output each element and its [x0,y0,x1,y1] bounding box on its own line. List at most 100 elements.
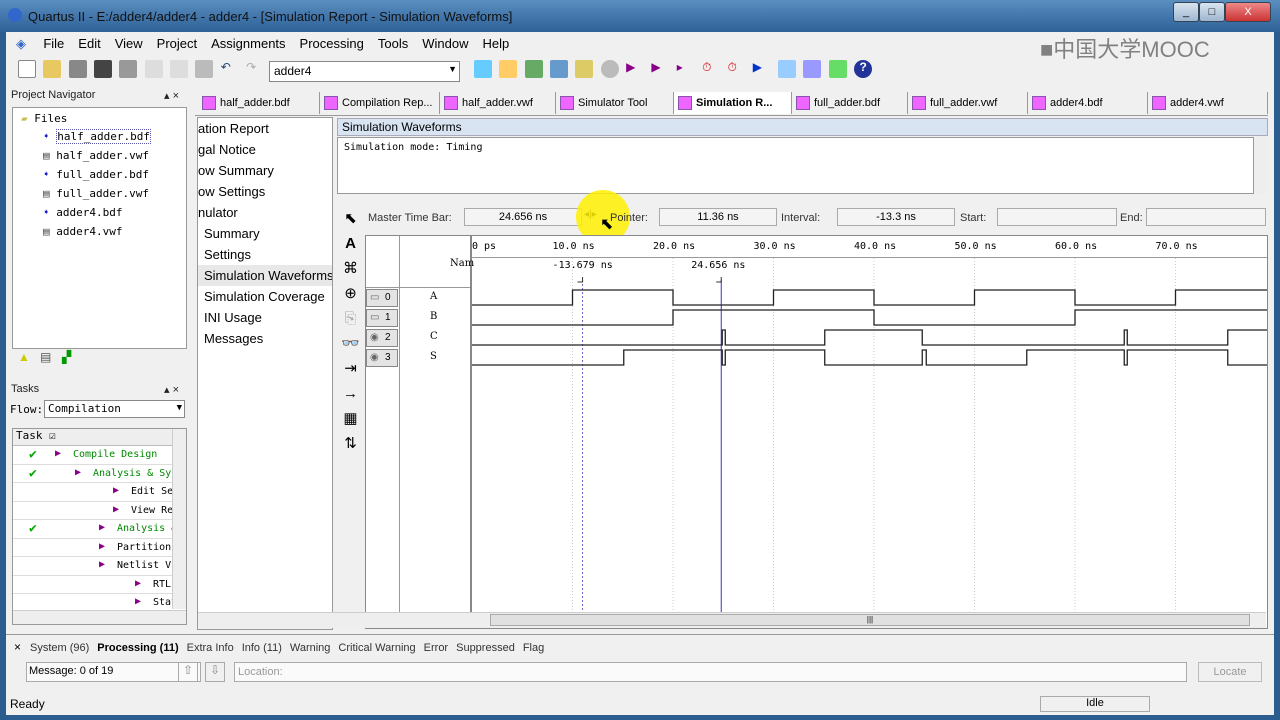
hierarchy-tab-icon[interactable]: ▲ [18,350,36,368]
replace-icon[interactable]: ⇥ [338,356,363,381]
report-item[interactable]: ow Settings [198,181,332,202]
signal-name[interactable]: A [430,291,437,302]
message-tab[interactable]: Flag [523,642,544,654]
report-item[interactable]: Messages [198,328,332,349]
message-tab[interactable]: Info (11) [242,642,282,654]
file-item[interactable]: ➧ adder4.bdf [43,206,122,219]
stopwatch-icon[interactable]: ⏱ [702,60,720,78]
report-item[interactable]: Summary [198,223,332,244]
file-item[interactable]: ▤ adder4.vwf [43,225,122,238]
arrow-right-icon[interactable]: → [338,381,363,406]
file-item[interactable]: ▤ full_adder.vwf [43,187,149,200]
menu-help[interactable]: Help [482,36,509,51]
design-units-tab-icon[interactable]: ▞ [62,350,80,368]
menu-tools[interactable]: Tools [378,36,408,51]
text-tool-icon[interactable]: A [338,231,363,256]
cut-icon[interactable] [144,60,163,78]
flow-select[interactable]: Compilation ▼ [44,400,185,418]
signal-name[interactable]: S [430,351,437,362]
files-folder[interactable]: ▰ Files [21,112,67,125]
message-tab[interactable]: Extra Info [187,642,234,654]
files-tab-icon[interactable]: ▤ [40,350,58,368]
open-icon[interactable] [43,60,62,78]
paste-icon[interactable] [195,60,214,78]
tasks-close-icon[interactable]: ▴ × [164,383,179,396]
task-item[interactable]: ✔ ▶ Compile Design [13,446,186,465]
file-item[interactable]: ➧ half_adder.bdf [43,129,151,144]
start-simulation-icon[interactable]: ▶ [753,60,771,78]
mode-scrollbar[interactable] [1254,137,1268,194]
document-tab[interactable]: Simulation R... [674,92,792,114]
message-tab[interactable]: Critical Warning [338,642,415,654]
compile-x-icon[interactable] [474,60,492,78]
pencil-icon[interactable] [499,60,518,78]
start-analysis-icon[interactable]: ▶ [651,60,669,78]
save-all-icon[interactable] [94,60,113,78]
location-input[interactable]: Location: [234,662,1187,682]
menu-window[interactable]: Window [422,36,468,51]
menu-project[interactable]: Project [157,36,197,51]
programmer-icon[interactable] [828,60,847,78]
previous-message-icon[interactable]: ⇧ [178,662,198,682]
undo-icon[interactable]: ↶ [221,60,239,78]
report-item[interactable]: Settings [198,244,332,265]
signal-name[interactable]: B [430,311,437,322]
new-icon[interactable] [18,60,36,78]
selection-tool-icon[interactable]: ⬉ [338,206,363,231]
output-pin-C[interactable]: ◉ 2 [366,329,398,347]
task-hscrollbar[interactable] [13,610,186,624]
file-item[interactable]: ▤ half_adder.vwf [43,149,149,162]
report-item[interactable]: nulator [198,202,332,223]
menu-edit[interactable]: Edit [78,36,100,51]
report-item[interactable]: Simulation Coverage [198,286,332,307]
copy-icon[interactable] [170,60,189,78]
document-tab[interactable]: Compilation Rep... [320,92,440,114]
cursor-handle[interactable] [716,277,722,283]
task-vscrollbar[interactable] [172,429,186,609]
task-item[interactable]: ▶Edit Settings [13,483,186,502]
input-pin-B[interactable]: ▭ 1 [366,309,398,327]
document-tab[interactable]: Simulator Tool [556,92,674,114]
task-item[interactable]: ✔▶Analysis & Synthesis [13,465,186,483]
message-tab[interactable]: System (96) [30,642,89,654]
panel-close-icon[interactable]: ▴ × [164,89,179,102]
document-tab[interactable]: adder4.vwf [1148,92,1268,114]
copy-icon[interactable]: ⎘ [338,306,363,331]
message-close-icon[interactable]: × [14,640,21,654]
next-message-icon[interactable]: ⇩ [205,662,225,682]
message-tab[interactable]: Processing (11) [97,642,178,654]
input-pin-A[interactable]: ▭ 0 [366,289,398,307]
document-tab[interactable]: half_adder.bdf [198,92,320,114]
cursor-handle[interactable] [577,277,584,283]
start-timing-icon[interactable]: ▸ [677,60,695,78]
waveform-plot[interactable] [472,258,1267,612]
menu-view[interactable]: View [115,36,143,51]
message-tab[interactable]: Suppressed [456,642,515,654]
report-item[interactable]: ation Report [198,118,332,139]
waveform-editing-tool-icon[interactable]: ⌘ [338,256,363,281]
task-item[interactable]: ▶RTL Viewer [13,576,186,594]
close-button[interactable]: X [1225,2,1271,22]
menu-assignments[interactable]: Assignments [211,36,285,51]
maximize-button[interactable]: □ [1199,2,1225,22]
redo-icon[interactable]: ↷ [246,60,264,78]
locate-button[interactable]: Locate [1198,662,1262,682]
report-item[interactable]: Simulation Waveforms [198,265,332,286]
start-compilation-icon[interactable]: ▶ [626,60,644,78]
project-select[interactable]: adder4 ▼ [269,61,460,82]
task-item[interactable]: ▶Partition Merge [13,539,186,557]
print-icon[interactable] [119,60,138,78]
report-item[interactable]: gal Notice [198,139,332,160]
assembler-icon[interactable] [575,60,594,78]
find-icon[interactable]: 👓 [338,331,363,356]
message-tab[interactable]: Error [424,642,448,654]
menu-processing[interactable]: Processing [300,36,364,51]
analysis-icon[interactable] [524,60,543,78]
document-tab[interactable]: half_adder.vwf [440,92,556,114]
save-icon[interactable] [68,60,87,78]
stop-icon[interactable]: ⏱ [727,60,745,78]
output-pin-S[interactable]: ◉ 3 [366,349,398,367]
minimize-button[interactable]: _ [1173,2,1199,22]
task-item[interactable]: ✔▶Analysis & Elaboration [13,520,186,539]
menu-file[interactable]: File [43,36,64,51]
